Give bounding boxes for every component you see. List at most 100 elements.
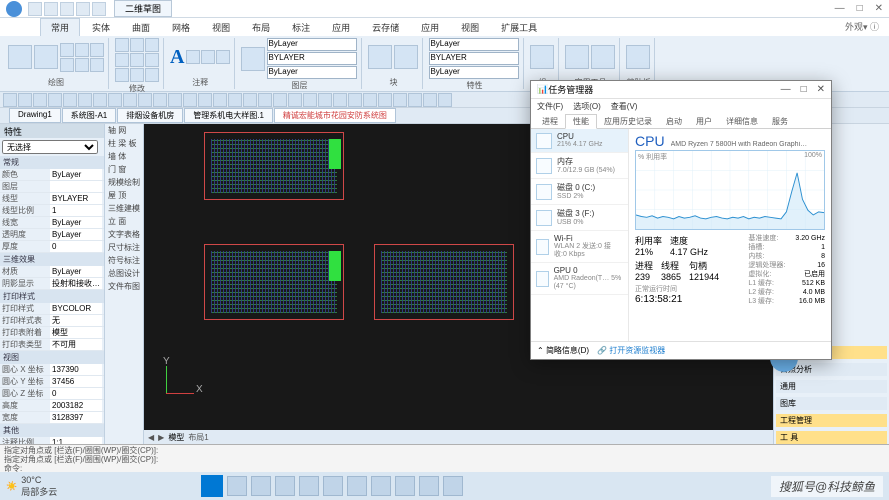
leader-tool-icon[interactable] [201,50,215,64]
qat-btn[interactable] [60,2,74,16]
palette-item[interactable]: 规模绘制 [105,176,143,189]
property-value[interactable]: 37456 [50,376,102,387]
toolbar-btn[interactable] [288,93,302,107]
taskbar-app-icon[interactable] [371,476,391,496]
toolbar-btn[interactable] [438,93,452,107]
qat-btn[interactable] [44,2,58,16]
toolbar-btn[interactable] [168,93,182,107]
property-row[interactable]: 图层 [0,181,104,193]
palette-item[interactable]: 尺寸标注 [105,241,143,254]
property-row[interactable]: 宽度3128397 [0,412,104,424]
property-row[interactable]: 打印表类型不可用 [0,339,104,351]
dim-tool-icon[interactable] [186,50,200,64]
taskbar-weather[interactable]: ☀️ 30°C 局部多云 [6,475,57,498]
fewer-details-toggle[interactable]: ⌃ 简略信息(D) [537,345,589,356]
palette-button[interactable]: 工 具 [776,431,887,444]
color-dropdown[interactable]: ByLayer [429,38,519,51]
menu-item[interactable]: 查看(V) [611,101,638,112]
palette-item[interactable]: 符号标注 [105,254,143,267]
measure-icon[interactable] [565,45,589,69]
skin-switch[interactable]: 外观▾ ⓘ [845,20,879,33]
property-row[interactable]: 线宽ByLayer [0,217,104,229]
toolbar-btn[interactable] [198,93,212,107]
palette-item[interactable]: 文字表格 [105,228,143,241]
palette-item[interactable]: 文件布图 [105,280,143,293]
taskmgr-sidebar-item[interactable]: 内存7.0/12.9 GB (54%) [531,153,628,179]
toolbar-btn[interactable] [138,93,152,107]
property-value[interactable]: ByLayer [50,169,102,180]
property-value[interactable]: BYCOLOR [50,303,102,314]
open-resource-monitor-link[interactable]: 🔗 打开资源监视器 [597,345,665,356]
selection-dropdown[interactable]: 无选择 [2,140,98,154]
property-row[interactable]: 线型比例1 [0,205,104,217]
copy-tool-icon[interactable] [130,38,144,52]
rotate-tool-icon[interactable] [145,38,159,52]
property-value[interactable]: 3128397 [50,412,102,423]
taskbar-app-icon[interactable] [395,476,415,496]
ribbon-tab[interactable]: 布局 [242,19,280,36]
line-tool-icon[interactable] [8,45,32,69]
minimize-button[interactable]: — [835,3,845,14]
document-tab[interactable]: 管理系机电大样图.1 [184,108,273,123]
array-tool-icon[interactable] [130,68,144,82]
taskmgr-tab[interactable]: 进程 [535,115,565,128]
arc-tool-icon[interactable] [75,43,89,57]
palette-item[interactable]: 墙 体 [105,150,143,163]
property-row[interactable]: 打印表附着模型 [0,327,104,339]
ribbon-tab[interactable]: 视图 [451,19,489,36]
group-icon[interactable] [530,45,554,69]
ribbon-tab[interactable]: 常用 [40,18,80,36]
calc-icon[interactable] [591,45,615,69]
rect-tool-icon[interactable] [90,43,104,57]
layout-tab-next[interactable]: ▶ [158,433,164,442]
property-row[interactable]: 打印样式表无 [0,315,104,327]
toolbar-btn[interactable] [48,93,62,107]
property-value[interactable]: 0 [50,388,102,399]
minimize-button[interactable]: — [781,84,791,95]
palette-item[interactable]: 门 窗 [105,163,143,176]
draw-tool-icon[interactable] [75,58,89,72]
palette-item[interactable]: 总图设计 [105,267,143,280]
current-document-tab[interactable]: 二维草图 [114,0,172,17]
taskbar-app-icon[interactable] [419,476,439,496]
palette-button[interactable]: 工程管理 [776,414,887,427]
palette-item[interactable]: 轴 网 [105,124,143,137]
property-row[interactable]: 圆心 X 坐标137390 [0,364,104,376]
taskmgr-tab[interactable]: 用户 [689,115,719,128]
toolbar-btn[interactable] [93,93,107,107]
ribbon-tab[interactable]: 应用 [322,19,360,36]
ribbon-tab[interactable]: 应用 [411,19,449,36]
paste-icon[interactable] [626,45,650,69]
property-row[interactable]: 打印样式BYCOLOR [0,303,104,315]
qat-btn[interactable] [92,2,106,16]
property-value[interactable]: 不可用 [50,339,102,350]
property-value[interactable]: 0 [50,241,102,252]
document-tab[interactable]: 排烟设备机房 [117,108,183,123]
taskmgr-tab[interactable]: 应用历史记录 [597,115,659,128]
linetype-dropdown[interactable]: ByLayer [429,66,519,79]
toolbar-btn[interactable] [3,93,17,107]
toolbar-btn[interactable] [63,93,77,107]
taskmgr-tab[interactable]: 服务 [765,115,795,128]
toolbar-btn[interactable] [153,93,167,107]
toolbar-btn[interactable] [108,93,122,107]
property-row[interactable]: 高度2003182 [0,400,104,412]
insert-block-icon[interactable] [368,45,392,69]
property-row[interactable]: 厚度0 [0,241,104,253]
toolbar-btn[interactable] [258,93,272,107]
palette-button[interactable]: 图库 [776,397,887,410]
toolbar-btn[interactable] [33,93,47,107]
property-value[interactable]: 1 [50,205,102,216]
create-block-icon[interactable] [394,45,418,69]
palette-item[interactable]: 屋 顶 [105,189,143,202]
ribbon-tab[interactable]: 视图 [202,19,240,36]
ribbon-tab[interactable]: 云存储 [362,19,409,36]
toolbar-btn[interactable] [183,93,197,107]
menu-item[interactable]: 选项(O) [573,101,601,112]
toolbar-btn[interactable] [18,93,32,107]
draw-tool-icon[interactable] [90,58,104,72]
layer-dropdown[interactable]: BYLAYER [267,52,357,65]
palette-item[interactable]: 立 面 [105,215,143,228]
taskbar-app-icon[interactable] [323,476,343,496]
qat-btn[interactable] [76,2,90,16]
